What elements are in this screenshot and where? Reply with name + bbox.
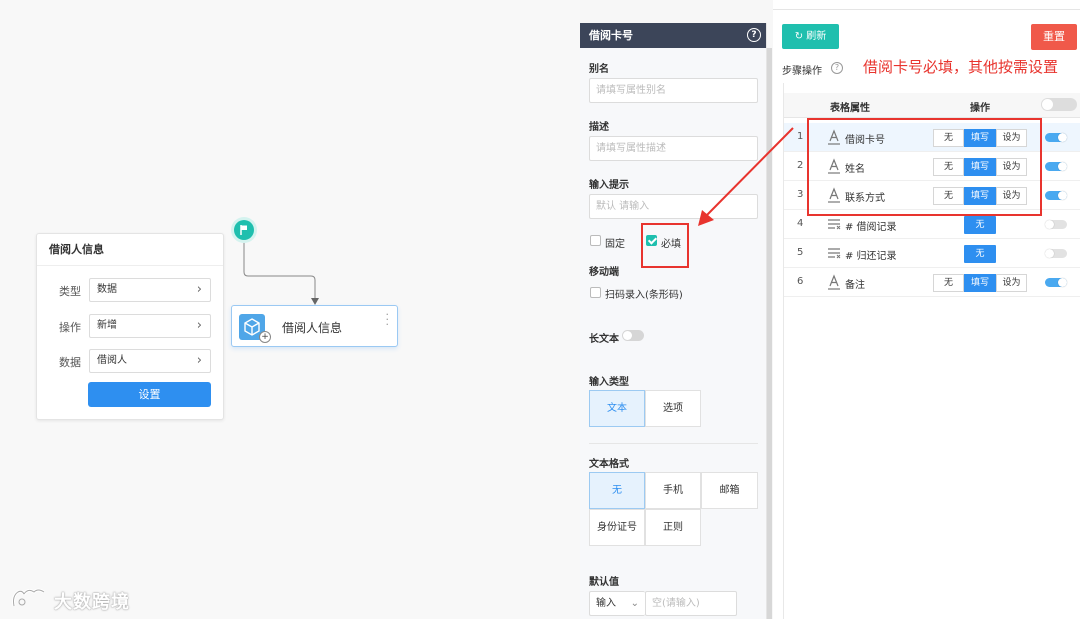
- col-attr-header: 表格属性: [830, 103, 870, 114]
- hint-input[interactable]: 默认 请输入: [589, 194, 758, 219]
- row-number: 5: [797, 247, 804, 258]
- refresh-icon: ↻: [794, 31, 807, 42]
- header-toggle[interactable]: [1041, 98, 1077, 111]
- refresh-button[interactable]: ↻ 刷新: [782, 24, 839, 49]
- type-label: 类型: [59, 285, 81, 298]
- card-title: 借阅人信息: [37, 234, 223, 266]
- more-icon[interactable]: · · ·: [386, 309, 390, 330]
- panel-header: 借阅卡号 ?: [580, 23, 766, 48]
- text-field-icon: [828, 274, 840, 290]
- annotation-text: 借阅卡号必填，其他按需设置: [863, 58, 1059, 76]
- steps-area: ↻ 刷新 重置 步骤操作 ? 借阅卡号必填，其他按需设置 表格属性 操作 1 借…: [773, 0, 1080, 619]
- help-icon[interactable]: ?: [747, 28, 761, 42]
- flag-icon: [240, 225, 247, 235]
- text-format-label: 文本格式: [589, 459, 629, 470]
- logo-icon: [12, 588, 45, 607]
- chevron-right-icon: ›: [196, 318, 202, 333]
- input-type-text[interactable]: 文本: [589, 390, 645, 427]
- input-type-label: 输入类型: [589, 377, 629, 388]
- data-row: 数据 借阅人 ›: [37, 349, 225, 373]
- row-name: 备注: [845, 280, 865, 291]
- data-select[interactable]: 借阅人 ›: [89, 349, 211, 373]
- format-phone[interactable]: 手机: [645, 472, 701, 509]
- reset-button[interactable]: 重置: [1031, 24, 1077, 50]
- mobile-label: 移动端: [589, 267, 619, 278]
- longtext-label: 长文本: [589, 334, 619, 345]
- operation-label: 操作: [59, 321, 81, 334]
- divider: [589, 443, 758, 444]
- scan-checkbox[interactable]: [590, 287, 601, 298]
- property-panel: 借阅卡号 ? 别名 请填写属性别名 描述 请填写属性描述 输入提示 默认 请输入…: [580, 23, 767, 619]
- steps-label: 步骤操作: [782, 66, 822, 77]
- add-icon[interactable]: +: [259, 331, 271, 343]
- operation-row: 操作 新增 ›: [37, 314, 225, 338]
- op-set[interactable]: 设为: [996, 274, 1027, 292]
- fixed-label: 固定: [605, 239, 625, 250]
- watermark-text: 大数跨境: [54, 592, 130, 613]
- set-button[interactable]: 设置: [88, 382, 211, 407]
- operation-select[interactable]: 新增 ›: [89, 314, 211, 338]
- desc-input[interactable]: 请填写属性描述: [589, 136, 758, 161]
- col-op-header: 操作: [970, 103, 990, 114]
- row-name: # 归还记录: [845, 251, 897, 262]
- default-mode-select[interactable]: 输入 ⌄: [589, 591, 645, 616]
- divider: [773, 9, 1080, 10]
- help-icon[interactable]: ?: [831, 62, 843, 74]
- row-number: 2: [797, 160, 804, 171]
- list-field-icon: [828, 248, 841, 259]
- annotation-box-required: [641, 223, 689, 268]
- row-number: 4: [797, 218, 804, 229]
- op-fill[interactable]: 填写: [964, 274, 996, 292]
- scan-label: 扫码录入(条形码): [605, 290, 683, 301]
- row-toggle[interactable]: [1045, 191, 1067, 200]
- longtext-toggle[interactable]: [622, 330, 644, 341]
- type-select[interactable]: 数据 ›: [89, 278, 211, 302]
- watermark-logo: 大数跨境: [10, 584, 150, 614]
- type-row: 类型 数据 ›: [37, 278, 225, 302]
- chevron-down-icon: ⌄: [630, 598, 639, 609]
- fixed-checkbox[interactable]: [590, 235, 601, 246]
- list-field-icon: [828, 219, 841, 230]
- panel-title: 借阅卡号: [589, 29, 633, 42]
- op-none[interactable]: 无: [964, 245, 996, 263]
- chevron-right-icon: ›: [196, 282, 202, 297]
- op-none[interactable]: 无: [964, 216, 996, 234]
- row-toggle[interactable]: [1045, 133, 1067, 142]
- op-none[interactable]: 无: [933, 274, 964, 292]
- row-toggle[interactable]: [1045, 162, 1067, 171]
- row-number: 6: [797, 276, 804, 287]
- chevron-right-icon: ›: [196, 353, 202, 368]
- row-toggle[interactable]: [1045, 249, 1067, 258]
- flow-canvas: 借阅人信息 类型 数据 › 操作 新增 › 数据 借阅人 › 设置 + 借阅人信息 ·…: [0, 0, 580, 619]
- row-number: 1: [797, 131, 804, 142]
- hint-label: 输入提示: [589, 180, 629, 191]
- borrower-info-card: 借阅人信息 类型 数据 › 操作 新增 › 数据 借阅人 › 设置: [36, 233, 224, 420]
- default-value-input[interactable]: 空(请输入): [645, 591, 737, 616]
- table-row[interactable]: 5 # 归还记录 无: [783, 239, 1080, 268]
- annotation-box-rows: [807, 118, 1042, 216]
- format-email[interactable]: 邮箱: [701, 472, 758, 509]
- input-type-option[interactable]: 选项: [645, 390, 701, 427]
- data-label: 数据: [59, 356, 81, 369]
- node-label: 借阅人信息: [282, 321, 343, 335]
- flow-node-borrower[interactable]: + 借阅人信息 · · ·: [231, 305, 398, 347]
- panel-scrollbar[interactable]: [767, 48, 772, 619]
- format-none[interactable]: 无: [589, 472, 645, 509]
- desc-label: 描述: [589, 122, 609, 133]
- start-node[interactable]: [234, 220, 254, 240]
- default-label: 默认值: [589, 577, 619, 588]
- format-idcard[interactable]: 身份证号: [589, 509, 645, 546]
- table-header: 表格属性 操作: [783, 93, 1080, 118]
- row-toggle[interactable]: [1045, 278, 1067, 287]
- row-name: # 借阅记录: [845, 222, 897, 233]
- table-row[interactable]: 6 备注 无 填写 设为: [783, 268, 1080, 297]
- row-toggle[interactable]: [1045, 220, 1067, 229]
- divider: [783, 83, 784, 619]
- format-regex[interactable]: 正则: [645, 509, 701, 546]
- row-number: 3: [797, 189, 804, 200]
- alias-label: 别名: [589, 64, 609, 75]
- alias-input[interactable]: 请填写属性别名: [589, 78, 758, 103]
